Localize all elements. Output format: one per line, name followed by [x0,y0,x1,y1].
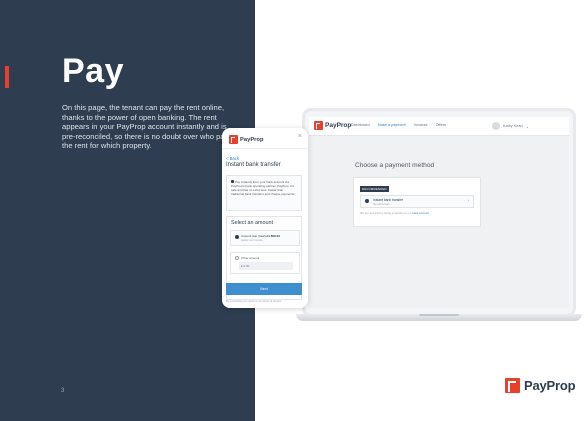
laptop-notch [419,314,459,316]
user-menu[interactable]: Kathy Kean ⌄ [492,122,529,130]
recommended-badge: RECOMMENDED [360,186,389,192]
avatar [492,122,500,130]
payprop-logo-icon [229,135,238,144]
brand-logo: PayProp [505,378,576,393]
accent-bar [5,66,9,88]
payprop-logo-icon [505,378,520,393]
app-nav: Dashboard Make a payment Invoices Offers [351,123,446,127]
app-topbar: PayProp Dashboard Make a payment Invoice… [309,117,569,136]
instant-transfer-option[interactable]: Instant bank transfer No extra fees › [360,195,474,208]
phone-logo: PayProp [229,135,264,144]
amount-section: Select an amount Amount due (total) £1 8… [226,216,302,300]
back-link[interactable]: < Back [226,156,239,161]
amount-due-line: Amount due (total) £1 808.33 [241,234,280,238]
phone-header: PayProp × [222,128,308,149]
app-logo[interactable]: PayProp [314,121,351,130]
radio-unselected[interactable] [235,256,239,260]
slide: Pay On this page, the tenant can pay the… [0,0,588,421]
laptop-mockup: PayProp Dashboard Make a payment Invoice… [296,111,582,331]
user-name: Kathy Kean [503,124,523,128]
chevron-down-icon: ⌄ [525,124,529,129]
slide-title: Pay [62,52,124,90]
amount-heading: Select an amount [231,220,273,226]
payment-method-card: RECOMMENDED Instant bank transfer No ext… [353,177,481,227]
slide-description: On this page, the tenant can pay the ren… [62,103,231,151]
close-icon[interactable]: × [298,133,302,140]
info-text: Pay instantly from your bank account via… [231,180,296,196]
phone-mockup: PayProp × < Back Instant bank transfer P… [222,128,308,308]
amount-due-value: £1 808.33 [266,234,280,238]
page-number: 3 [61,388,65,394]
amount-due-option[interactable]: Amount due (total) £1 808.33 Latest rent… [230,230,300,246]
nav-invoices[interactable]: Invoices [414,123,428,127]
payment-method-heading: Choose a payment method [355,162,435,169]
lock-icon [231,180,234,183]
left-panel: Pay On this page, the tenant can pay the… [0,0,255,421]
payprop-logo-icon [314,121,323,130]
laptop-screen-frame: PayProp Dashboard Make a payment Invoice… [305,111,573,314]
app-logo-text: PayProp [325,122,352,129]
bank-account-link[interactable]: bank account [412,211,429,215]
brand-text: PayProp [524,378,576,393]
payment-note: We are secured by being a transfer to ou… [360,211,429,215]
amount-due-label: Amount due (total) [241,234,266,238]
amount-due-sub: Latest rent invoice [241,239,263,242]
other-amount-input[interactable]: £ 0.00 [239,262,293,270]
phone-footer: By proceeding you agree to our terms of … [226,300,282,303]
other-amount-label: Other amount [241,255,260,260]
nav-offers[interactable]: Offers [436,123,446,127]
option-subtitle: No extra fees [373,201,390,206]
laptop-base [296,314,582,321]
phone-title: Instant bank transfer [226,162,281,168]
radio-selected[interactable] [235,235,239,239]
info-box: Pay instantly from your bank account via… [226,175,302,211]
nav-make-payment[interactable]: Make a payment [378,123,406,127]
next-button[interactable]: Next [226,283,302,295]
laptop-screen: PayProp Dashboard Make a payment Invoice… [309,117,569,308]
bank-icon [365,199,369,203]
other-amount-option[interactable]: Other amount £ 0.00 [230,252,300,274]
chevron-right-icon: › [467,198,469,204]
nav-dashboard[interactable]: Dashboard [351,123,370,127]
note-text: We are secured by being a transfer to ou… [360,211,413,215]
phone-logo-text: PayProp [240,136,264,143]
